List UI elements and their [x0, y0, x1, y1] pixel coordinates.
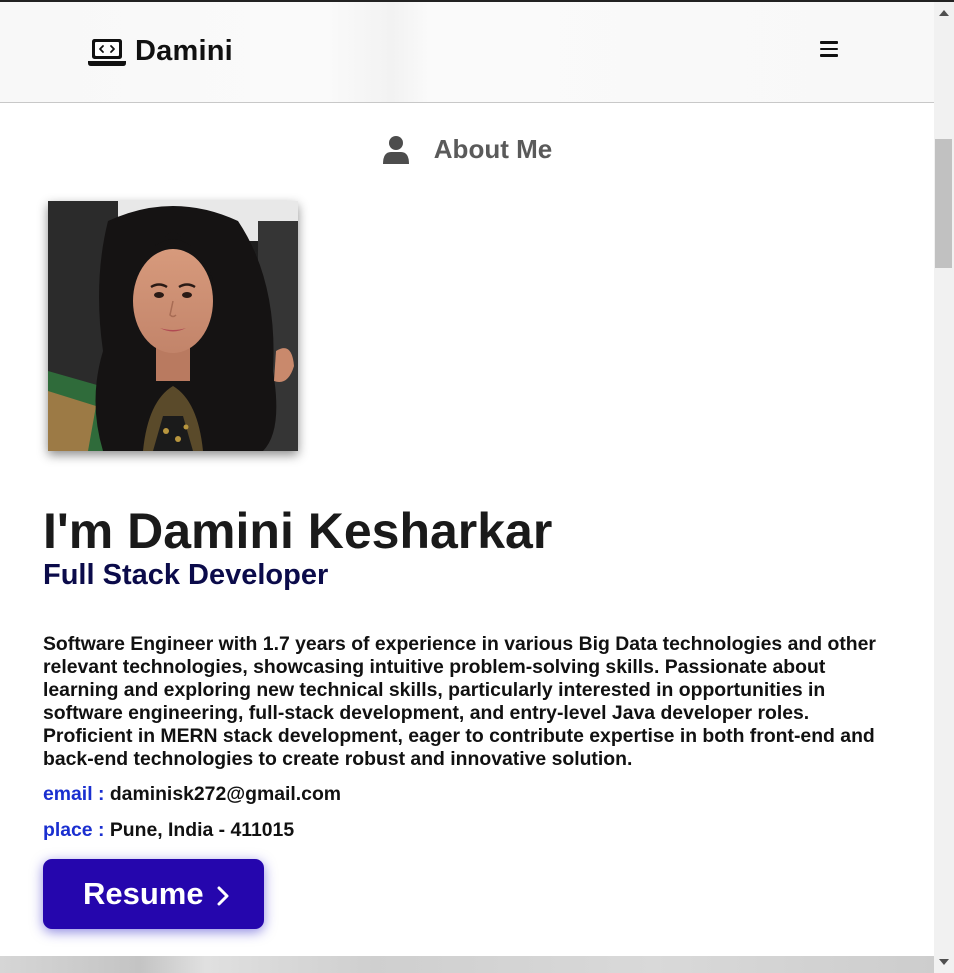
- place-value: Pune, India - 411015: [109, 819, 295, 841]
- profile-bio: Software Engineer with 1.7 years of expe…: [43, 633, 876, 770]
- profile-role: Full Stack Developer: [43, 559, 329, 591]
- menu-bar: [820, 47, 838, 50]
- user-icon: [382, 135, 409, 164]
- profile-portrait: [48, 201, 298, 451]
- place-row: place : Pune, India - 411015: [43, 819, 294, 842]
- next-section-edge: [0, 956, 934, 973]
- navbar: Damini: [0, 2, 934, 103]
- scrollbar-thumb[interactable]: [935, 139, 952, 268]
- resume-button[interactable]: Resume: [43, 859, 264, 929]
- page-scrollbar[interactable]: [934, 2, 954, 973]
- resume-label: Resume: [83, 876, 204, 911]
- menu-bar: [820, 54, 838, 57]
- profile-name: I'm Damini Kesharkar: [43, 503, 553, 559]
- brand-logo-link[interactable]: Damini: [88, 35, 233, 68]
- profile-photo: [48, 201, 298, 451]
- about-heading: About Me: [0, 134, 934, 165]
- email-value: daminisk272@gmail.com: [109, 783, 342, 805]
- scroll-up-arrow-icon[interactable]: [934, 2, 954, 24]
- hamburger-menu-icon[interactable]: [820, 41, 840, 59]
- email-row: email : daminisk272@gmail.com: [43, 783, 341, 806]
- menu-bar: [820, 41, 838, 44]
- brand-name: Damini: [135, 35, 233, 67]
- email-label: email :: [43, 783, 105, 805]
- section-title: About Me: [433, 134, 553, 164]
- place-label: place :: [43, 819, 105, 841]
- scroll-down-arrow-icon[interactable]: [934, 951, 954, 973]
- chevron-right-icon: [217, 886, 229, 906]
- laptop-code-icon: [88, 38, 126, 66]
